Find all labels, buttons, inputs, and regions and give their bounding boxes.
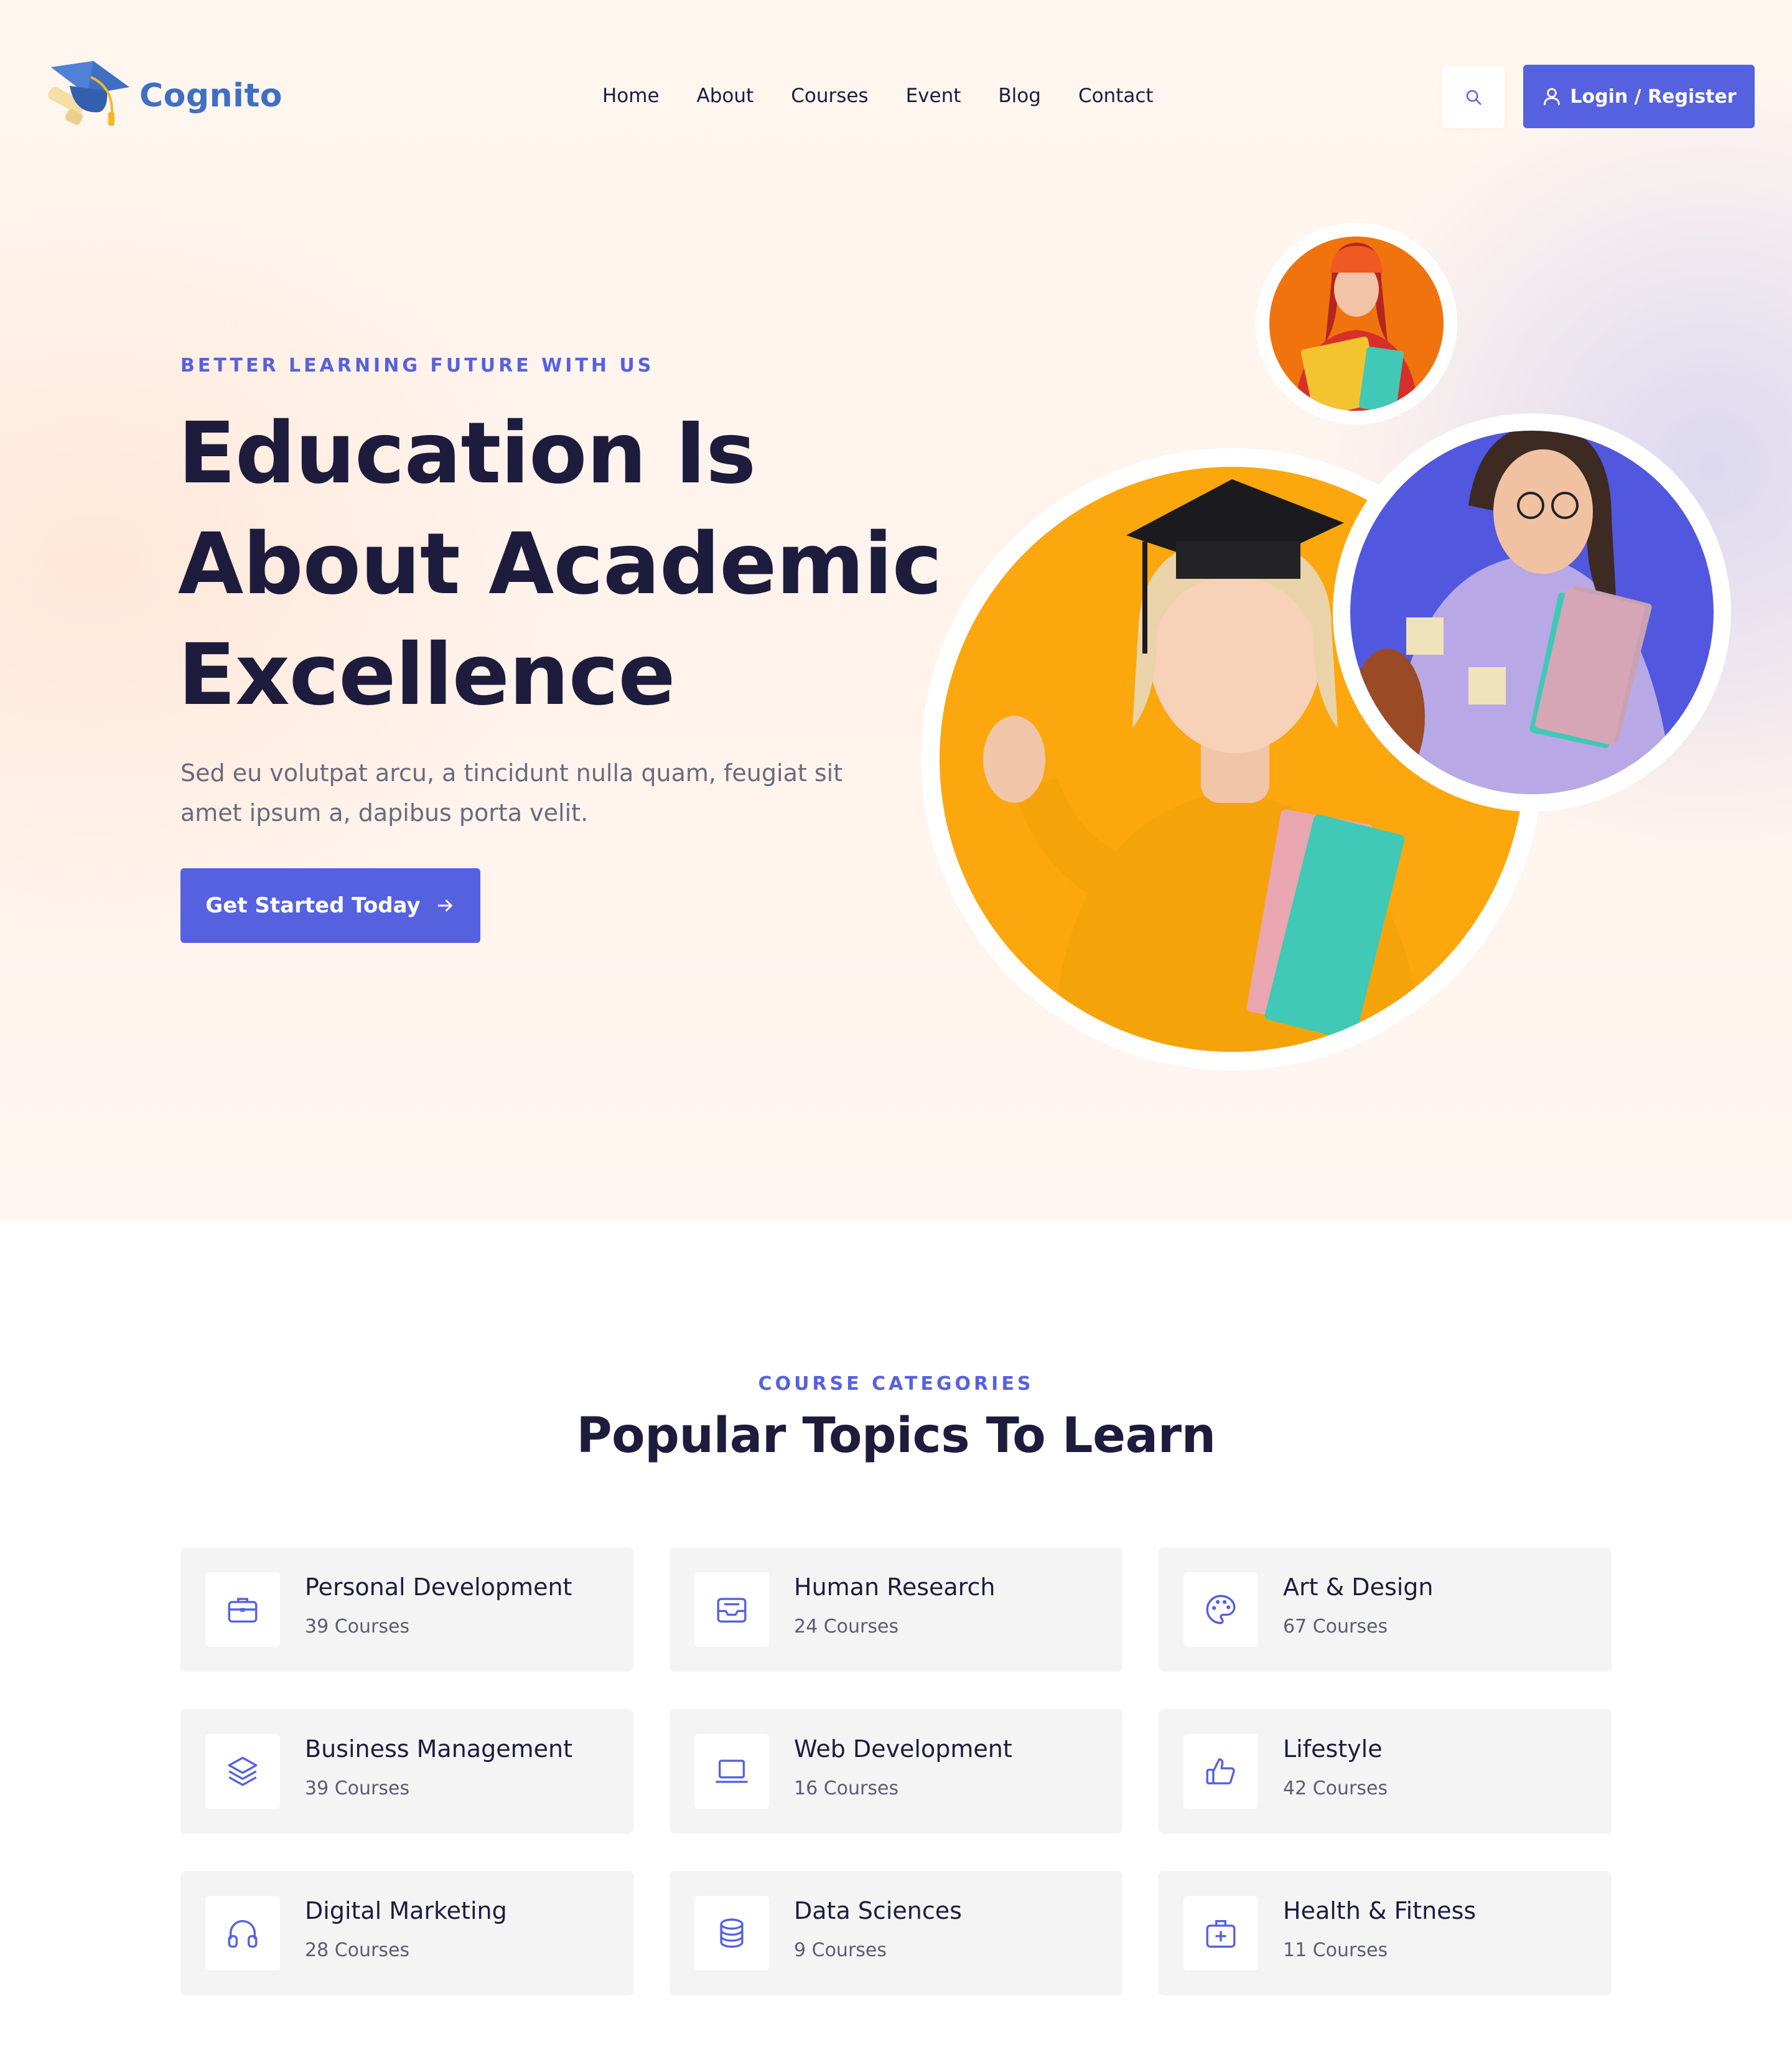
hero-headline-line-3: Excellence (178, 626, 676, 724)
category-course-count: 11 Courses (1283, 1939, 1388, 1961)
hero-eyebrow: BETTER LEARNING FUTURE WITH US (180, 355, 655, 377)
nav-item-contact[interactable]: Contact (1078, 85, 1154, 107)
category-title: Personal Development (305, 1573, 572, 1601)
brand-name: Cognito (139, 77, 283, 115)
category-course-count: 42 Courses (1283, 1778, 1388, 1799)
category-card-lifestyle[interactable]: Lifestyle 42 Courses (1159, 1709, 1612, 1834)
category-title: Lifestyle (1283, 1735, 1383, 1763)
category-course-count: 67 Courses (1283, 1616, 1388, 1638)
category-card-web-development[interactable]: Web Development 16 Courses (670, 1709, 1122, 1834)
category-card-digital-marketing[interactable]: Digital Marketing 28 Courses (180, 1871, 633, 1995)
hero-headline-line-2: About Academic (178, 515, 942, 614)
first-aid-kit-icon (1206, 1919, 1236, 1948)
student-with-books-photo (1333, 413, 1731, 812)
category-title: Digital Marketing (305, 1897, 507, 1924)
category-course-count: 39 Courses (305, 1616, 410, 1638)
nav-item-blog[interactable]: Blog (998, 85, 1041, 107)
thumbs-up-icon (1206, 1758, 1235, 1785)
categories-eyebrow: COURSE CATEGORIES (758, 1373, 1034, 1395)
palette-icon (1206, 1595, 1236, 1624)
arrow-right-icon (437, 899, 452, 912)
category-title: Web Development (794, 1735, 1012, 1763)
category-course-count: 16 Courses (794, 1778, 899, 1799)
brand-logo[interactable]: Cognito (39, 55, 282, 137)
headphones-icon (228, 1920, 258, 1948)
get-started-button[interactable]: Get Started Today (180, 868, 480, 943)
category-card-art-design[interactable]: Art & Design 67 Courses (1159, 1547, 1612, 1672)
search-button[interactable] (1442, 66, 1505, 128)
category-card-business-management[interactable]: Business Management 39 Courses (180, 1709, 633, 1834)
category-course-count: 28 Courses (305, 1939, 410, 1961)
category-card-human-research[interactable]: Human Research 24 Courses (670, 1547, 1122, 1672)
hero-headline-line-1: Education Is (178, 405, 756, 503)
inbox-icon (717, 1598, 747, 1623)
briefcase-icon (228, 1598, 258, 1623)
login-register-label: Login / Register (1570, 85, 1737, 108)
main-nav: Home About Courses Event Blog Contact (602, 82, 1154, 110)
student-orange-photo (1256, 223, 1457, 424)
layers-icon (228, 1756, 258, 1786)
category-card-health-fitness[interactable]: Health & Fitness 11 Courses (1159, 1871, 1612, 1995)
hero-headline: Education Is About Academic Excellence (178, 398, 942, 731)
user-icon (1544, 88, 1561, 106)
category-course-count: 9 Courses (794, 1939, 887, 1961)
category-title: Business Management (305, 1735, 572, 1763)
login-register-button[interactable]: Login / Register (1523, 65, 1755, 128)
database-icon (720, 1918, 744, 1948)
category-title: Human Research (794, 1573, 996, 1601)
search-icon (1466, 90, 1482, 105)
category-course-count: 39 Courses (305, 1778, 410, 1799)
hero-section: Cognito Home About Courses Event Blog Co… (0, 0, 1792, 1220)
nav-item-about[interactable]: About (697, 85, 754, 107)
get-started-label: Get Started Today (205, 893, 421, 918)
laptop-icon (716, 1759, 748, 1783)
category-title: Health & Fitness (1283, 1897, 1477, 1924)
category-card-personal-development[interactable]: Personal Development 39 Courses (180, 1547, 633, 1672)
category-title: Art & Design (1283, 1573, 1434, 1601)
category-course-count: 24 Courses (794, 1616, 899, 1638)
nav-item-event[interactable]: Event (906, 85, 961, 107)
nav-item-courses[interactable]: Courses (791, 85, 868, 107)
category-card-data-sciences[interactable]: Data Sciences 9 Courses (670, 1871, 1122, 1995)
nav-item-home[interactable]: Home (602, 85, 660, 107)
graduation-cap-logo-icon (48, 61, 129, 126)
categories-title: Popular Topics To Learn (576, 1408, 1216, 1464)
category-title: Data Sciences (794, 1897, 962, 1924)
hero-description: Sed eu volutpat arcu, a tincidunt nulla … (180, 759, 843, 827)
